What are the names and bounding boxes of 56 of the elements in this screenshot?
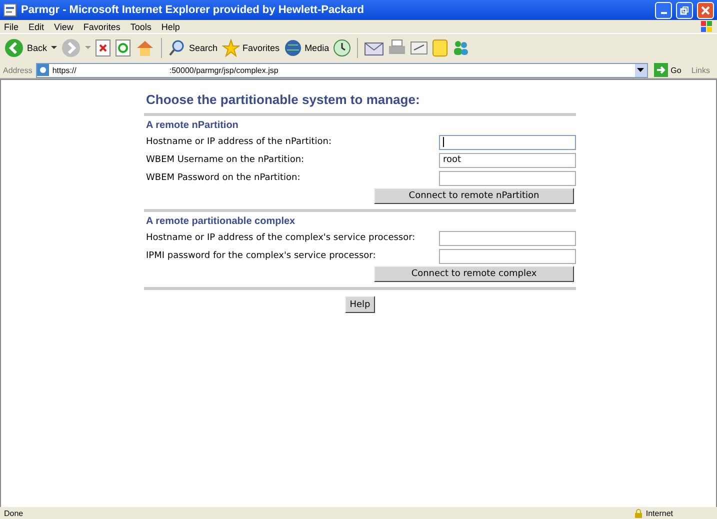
menu-item[interactable]: Tools [130, 22, 152, 32]
field-label: WBEM Password on the nPartition: [146, 173, 302, 183]
menu-item[interactable]: File [4, 22, 19, 32]
address-label: Address [3, 66, 32, 74]
messenger-icon[interactable] [452, 39, 470, 57]
section-heading: A remote partitionable complex [146, 216, 296, 227]
dropdown-caret-icon[interactable] [51, 46, 58, 50]
page-heading: Choose the partitionable system to manage: [146, 92, 421, 107]
input-field[interactable]: root [439, 152, 576, 168]
input-field[interactable] [439, 170, 576, 186]
home-icon[interactable] [135, 39, 156, 57]
field-label: IPMI password for the complex's service processor: [146, 251, 377, 261]
window-title: Parmgr - Microsoft Internet Explorer provided by Hewlett-Packard [21, 4, 364, 16]
page-icon [37, 64, 50, 76]
star-icon [222, 39, 240, 57]
page-icon [3, 3, 17, 17]
back-button[interactable]: Back [4, 38, 48, 58]
section-heading: A remote nPartition [146, 120, 240, 131]
dropdown-caret-icon[interactable] [637, 68, 644, 72]
edit-icon[interactable] [410, 40, 428, 56]
restore-icon [680, 6, 689, 14]
field-label: Hostname or IP address of the nPartition: [146, 137, 333, 147]
connect-button[interactable]: Connect to remote complex [374, 266, 574, 282]
links-label[interactable]: Links [691, 66, 714, 74]
close-button[interactable] [697, 2, 714, 18]
status-text: Done [4, 508, 24, 518]
menu-item[interactable]: Help [161, 22, 180, 32]
search-button[interactable]: Search [168, 39, 218, 57]
menu-item[interactable]: Favorites [83, 22, 120, 32]
field-label: Hostname or IP address of the complex's service processor: [146, 233, 416, 243]
input-field[interactable] [439, 134, 576, 150]
field-label: WBEM Username on the nPartition: [146, 155, 306, 165]
help-button[interactable]: Help [344, 296, 376, 313]
minimize-icon [660, 12, 666, 14]
mail-icon[interactable] [364, 40, 384, 56]
stop-icon[interactable] [95, 39, 112, 57]
restore-button[interactable] [676, 2, 693, 18]
windows-logo-icon [701, 20, 713, 32]
input-field[interactable] [439, 248, 576, 264]
printer-icon[interactable] [388, 39, 406, 57]
search-icon [168, 39, 186, 57]
refresh-icon[interactable] [115, 39, 132, 57]
address-field[interactable]: https:// :50000/parmgr/jsp/complex.jsp [36, 62, 648, 78]
media-button[interactable]: Media [284, 39, 330, 57]
menu-item[interactable]: View [54, 22, 74, 32]
lock-icon [634, 508, 643, 518]
zone-label: Internet [646, 508, 674, 518]
connect-button[interactable]: Connect to remote nPartition [374, 188, 574, 204]
close-icon [701, 6, 710, 14]
globe-icon [284, 39, 302, 57]
minimize-button[interactable] [655, 2, 672, 18]
menu-item[interactable]: Edit [28, 22, 44, 32]
history-icon[interactable] [333, 39, 352, 57]
favorites-button[interactable]: Favorites [222, 39, 280, 57]
input-field[interactable] [439, 230, 576, 246]
go-button[interactable]: Go [652, 63, 688, 77]
